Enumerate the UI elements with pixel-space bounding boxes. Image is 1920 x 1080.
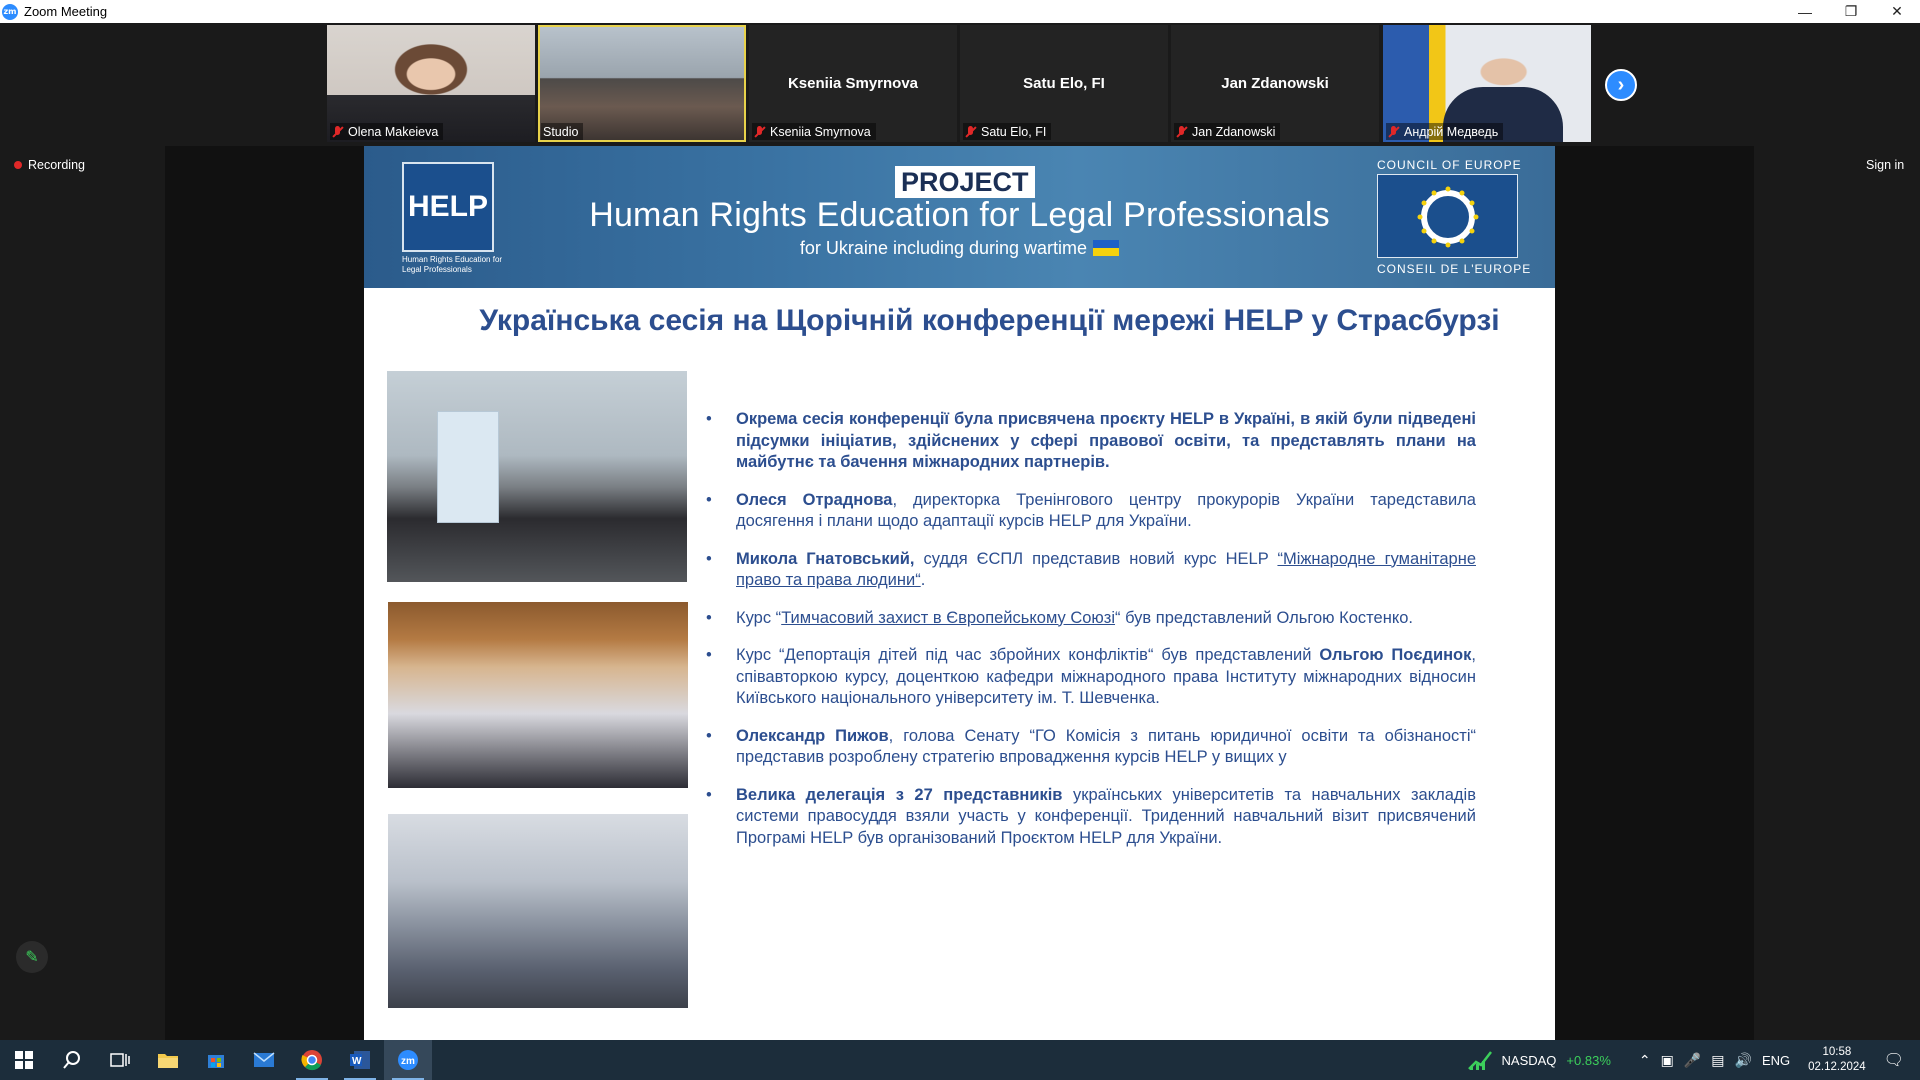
chevron-right-icon: › <box>1617 73 1625 96</box>
clock-date: 02.12.2024 <box>1808 1061 1866 1073</box>
recording-label: Recording <box>28 158 85 172</box>
restore-button[interactable]: ❐ <box>1828 0 1874 23</box>
chevron-up-icon[interactable]: ⌃ <box>1639 1052 1651 1069</box>
windows-logo-icon <box>15 1051 33 1069</box>
stock-name[interactable]: NASDAQ <box>1502 1053 1557 1068</box>
slide-bullet-list: Окрема сесія конференції була присвячена… <box>706 409 1476 865</box>
clock[interactable]: 10:58 02.12.2024 <box>1808 1045 1866 1075</box>
stock-chart-icon <box>1467 1051 1492 1070</box>
stock-change[interactable]: +0.83% <box>1566 1053 1610 1068</box>
participant-tile[interactable]: Kseniia Smyrnova Kseniia Smyrnova <box>749 25 957 142</box>
coe-label-en: COUNCIL OF EUROPE <box>1377 158 1522 172</box>
recording-indicator[interactable]: Recording <box>14 158 85 172</box>
zoom-logo-icon: zm <box>2 3 18 20</box>
search-icon[interactable] <box>48 1040 96 1080</box>
mic-muted-icon <box>332 125 344 138</box>
minimize-button[interactable]: — <box>1782 0 1828 23</box>
participant-gallery: Olena Makeieva Studio Kseniia Smyrnova K… <box>0 23 1920 144</box>
record-dot-icon <box>14 161 22 169</box>
participant-name: Studio <box>543 124 579 139</box>
coe-stars-icon <box>1417 186 1479 248</box>
language-indicator[interactable]: ENG <box>1762 1053 1790 1068</box>
sign-in-link[interactable]: Sign in <box>1866 158 1904 172</box>
close-button[interactable]: ✕ <box>1874 0 1920 23</box>
participant-tile-active[interactable]: Studio <box>538 25 746 142</box>
file-explorer-icon[interactable] <box>144 1040 192 1080</box>
microsoft-store-icon[interactable] <box>192 1040 240 1080</box>
clock-time: 10:58 <box>1822 1046 1852 1058</box>
microphone-icon[interactable]: 🎤 <box>1684 1052 1701 1069</box>
participant-tile[interactable]: Satu Elo, FI Satu Elo, FI <box>960 25 1168 142</box>
bullet-item: Велика делегація з 27 представників укра… <box>706 785 1476 850</box>
presentation-slide: HELP Human Rights Education for Legal Pr… <box>364 146 1555 1040</box>
window-titlebar: zm Zoom Meeting — ❐ ✕ <box>0 0 1920 23</box>
participant-tile[interactable]: Jan Zdanowski Jan Zdanowski <box>1171 25 1379 142</box>
participant-name: Kseniia Smyrnova <box>770 124 871 139</box>
group-photo <box>388 602 688 788</box>
gallery-next-button[interactable]: › <box>1605 69 1637 101</box>
course-link-temporary-protection[interactable]: Тимчасовий захист в Європейському Союзі <box>781 609 1115 627</box>
chrome-icon[interactable] <box>288 1040 336 1080</box>
mic-muted-icon <box>965 125 977 138</box>
bullet-item: Курс “Депортація дітей під час збройних … <box>706 645 1476 710</box>
task-view-icon[interactable] <box>96 1040 144 1080</box>
participant-name: Satu Elo, FI <box>981 124 1047 139</box>
participant-name: Андрій Медведь <box>1404 124 1499 139</box>
project-label: PROJECT <box>895 166 1035 198</box>
word-icon[interactable]: W <box>336 1040 384 1080</box>
svg-text:zm: zm <box>401 1056 415 1067</box>
window-title: Zoom Meeting <box>24 4 108 19</box>
notifications-icon[interactable]: 🗨 <box>1884 1050 1904 1070</box>
svg-text:W: W <box>352 1056 362 1067</box>
start-button[interactable] <box>0 1040 48 1080</box>
slide-title: Українська сесія на Щорічній конференції… <box>479 304 1500 337</box>
bullet-item: Микола Гнатовський, суддя ЄСПЛ представи… <box>706 549 1476 592</box>
ukraine-flag-icon <box>1093 240 1120 256</box>
network-icon[interactable]: ▤ <box>1711 1052 1724 1069</box>
coe-label-fr: CONSEIL DE L'EUROPE <box>1377 262 1532 276</box>
bullet-item: Олеся Отраднова, директорка Тренінгового… <box>706 490 1476 533</box>
coe-logo <box>1377 174 1518 258</box>
audience-photo <box>388 814 688 1008</box>
participant-name: Olena Makeieva <box>348 124 439 139</box>
participant-name: Jan Zdanowski <box>1192 124 1276 139</box>
annotate-pencil-icon[interactable]: ✎ <box>16 941 48 973</box>
meet-now-icon[interactable]: ▣ <box>1661 1052 1674 1069</box>
mail-icon[interactable] <box>240 1040 288 1080</box>
participant-tile[interactable]: Olena Makeieva <box>327 25 535 142</box>
conference-panel-photo <box>387 371 687 582</box>
volume-icon[interactable]: 🔊 <box>1735 1052 1752 1069</box>
window-controls: — ❐ ✕ <box>1782 0 1920 23</box>
slide-banner: HELP Human Rights Education for Legal Pr… <box>364 146 1555 288</box>
participant-tile[interactable]: Андрій Медведь <box>1383 25 1591 142</box>
zoom-taskbar-icon[interactable]: zm <box>384 1040 432 1080</box>
mic-muted-icon <box>1176 125 1188 138</box>
bullet-item: Курс “Тимчасовий захист в Європейському … <box>706 608 1476 630</box>
system-tray: NASDAQ +0.83% ⌃ ▣ 🎤 ▤ 🔊 ENG 10:58 02.12.… <box>1467 1040 1920 1080</box>
bullet-item: Окрема сесія конференції була присвячена… <box>706 409 1476 474</box>
bullet-item: Олександр Пижов, голова Сенату “ГО Коміс… <box>706 726 1476 769</box>
mic-muted-icon <box>754 125 766 138</box>
windows-taskbar: W zm NASDAQ +0.83% ⌃ ▣ 🎤 ▤ 🔊 ENG 10:58 0… <box>0 1040 1920 1080</box>
mic-muted-icon <box>1388 125 1400 138</box>
